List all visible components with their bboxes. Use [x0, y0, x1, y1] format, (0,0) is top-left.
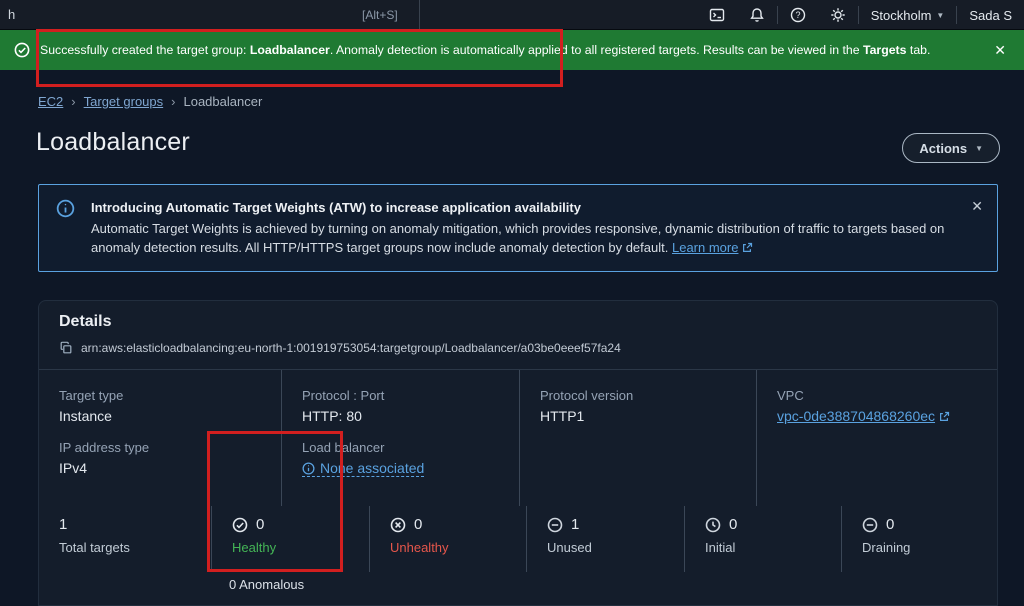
- field-vpc: VPC vpc-0de388704868260ec: [777, 388, 987, 424]
- field-label: IP address type: [59, 440, 150, 455]
- x-circle-icon: [390, 517, 406, 533]
- field-value: IPv4: [59, 460, 88, 476]
- field-label: Protocol : Port: [302, 388, 385, 403]
- breadcrumb-ec2-link[interactable]: EC2: [38, 94, 63, 109]
- external-link-icon: [938, 411, 950, 423]
- field-label: Protocol version: [540, 388, 634, 403]
- stat-label: Total targets: [59, 540, 130, 555]
- account-label: Sada S: [969, 7, 1012, 23]
- stat-label: Draining: [862, 540, 911, 555]
- chevron-down-icon: ▼: [936, 10, 945, 20]
- aws-console-screen: h [Alt+S] ? Stockholm ▼ Sada S Successfu…: [0, 0, 1024, 606]
- breadcrumb-current-page: Loadbalancer: [183, 94, 263, 109]
- vpc-link[interactable]: vpc-0de388704868260ec: [777, 408, 935, 424]
- page-title: Loadbalancer: [36, 128, 190, 156]
- arn-value: arn:aws:elasticloadbalancing:eu-north-1:…: [81, 341, 621, 355]
- info-banner-title: Introducing Automatic Target Weights (AT…: [91, 200, 581, 215]
- stat-total-targets: 1 Total targets: [39, 506, 211, 572]
- stat-value: 0: [414, 516, 423, 533]
- breadcrumb-separator: ›: [171, 94, 176, 109]
- details-header: Details: [59, 313, 112, 330]
- stat-value: 0: [729, 516, 738, 533]
- atw-info-banner: Introducing Automatic Target Weights (AT…: [38, 184, 998, 272]
- question-circle-icon: ?: [790, 7, 806, 23]
- stat-label: Healthy: [232, 540, 277, 555]
- field-label: Load balancer: [302, 440, 385, 455]
- field-protocol-port: Protocol : Port HTTP: 80: [302, 388, 507, 424]
- search-input[interactable]: h: [8, 7, 15, 22]
- load-balancer-link[interactable]: None associated: [302, 460, 425, 477]
- account-menu[interactable]: Sada S: [957, 8, 1024, 23]
- stat-unused: 1 Unused: [526, 506, 684, 572]
- actions-button[interactable]: Actions ▼: [902, 133, 1000, 163]
- field-label: VPC: [777, 388, 804, 403]
- info-banner-body: Automatic Target Weights is achieved by …: [91, 221, 945, 255]
- region-selector[interactable]: Stockholm ▼: [859, 8, 957, 23]
- chevron-down-icon: ▼: [975, 143, 983, 153]
- details-card: Details arn:aws:elasticloadbalancing:eu-…: [38, 300, 998, 606]
- field-target-type: Target type Instance: [59, 388, 269, 424]
- cloudshell-terminal-icon: [709, 7, 725, 23]
- flashbar-message: Successfully created the target group: L…: [40, 43, 931, 57]
- target-health-stats: 1 Total targets 0 Healthy 0 Unhealthy 1 …: [39, 506, 997, 572]
- learn-more-link[interactable]: Learn more: [672, 240, 738, 255]
- field-protocol-version: Protocol version HTTP1: [540, 388, 744, 424]
- details-fields-grid: Target type Instance IP address type IPv…: [39, 370, 997, 506]
- stat-draining: 0 Draining: [841, 506, 997, 572]
- field-value: HTTP1: [540, 408, 585, 424]
- bell-icon: [749, 7, 765, 23]
- stat-label: Unhealthy: [390, 540, 449, 555]
- cloudshell-button[interactable]: [697, 0, 737, 30]
- breadcrumb-target-groups-link[interactable]: Target groups: [84, 94, 164, 109]
- field-value: HTTP: 80: [302, 408, 362, 424]
- top-navigation-bar: h [Alt+S] ? Stockholm ▼ Sada S: [0, 0, 1024, 30]
- minus-circle-icon: [547, 517, 563, 533]
- stat-label: Initial: [705, 540, 736, 555]
- breadcrumb-separator: ›: [71, 94, 76, 109]
- field-load-balancer: Load balancer None associated: [302, 440, 507, 478]
- stat-healthy: 0 Healthy: [211, 506, 369, 572]
- stat-value: 0: [256, 516, 265, 533]
- arn-row: arn:aws:elasticloadbalancing:eu-north-1:…: [59, 341, 621, 355]
- svg-text:?: ?: [795, 10, 800, 20]
- topbar-divider: [419, 0, 420, 30]
- stat-unhealthy: 0 Unhealthy: [369, 506, 526, 572]
- load-balancer-value: None associated: [320, 460, 425, 476]
- copy-icon[interactable]: [59, 341, 73, 355]
- gear-icon: [830, 7, 846, 23]
- field-value: Instance: [59, 408, 112, 424]
- flashbar-close-icon[interactable]: ✕: [990, 42, 1010, 59]
- stat-label: Unused: [547, 540, 592, 555]
- clock-icon: [705, 517, 721, 533]
- help-button[interactable]: ?: [778, 0, 818, 30]
- actions-button-label: Actions: [919, 140, 968, 156]
- stat-initial: 0 Initial: [684, 506, 841, 572]
- stat-value: 1: [59, 516, 68, 533]
- info-circle-icon: [56, 199, 75, 218]
- settings-button[interactable]: [818, 0, 858, 30]
- search-shortcut-hint: [Alt+S]: [362, 8, 398, 22]
- region-label: Stockholm: [870, 7, 932, 23]
- target-group-name: Loadbalancer: [249, 43, 330, 57]
- info-banner-close-icon[interactable]: ✕: [971, 197, 983, 216]
- minus-circle-icon: [862, 517, 878, 533]
- stat-value: 0: [886, 516, 895, 533]
- breadcrumb: EC2 › Target groups › Loadbalancer: [38, 94, 262, 109]
- targets-tab-name: Targets: [862, 43, 907, 57]
- external-link-icon: [741, 242, 753, 254]
- success-check-circle-icon: [14, 42, 30, 58]
- field-label: Target type: [59, 388, 124, 403]
- success-flashbar: Successfully created the target group: L…: [0, 30, 1024, 70]
- notifications-button[interactable]: [737, 0, 777, 30]
- stat-value: 1: [571, 516, 580, 533]
- field-ip-address-type: IP address type IPv4: [59, 440, 269, 476]
- info-circle-icon: [302, 461, 315, 475]
- check-circle-icon: [232, 517, 248, 533]
- anomalous-count: 0 Anomalous: [229, 577, 305, 592]
